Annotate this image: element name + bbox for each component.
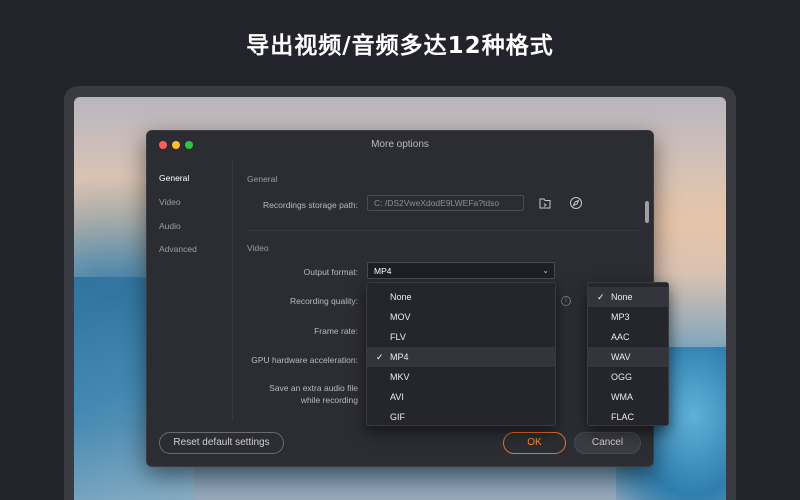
sidebar-item-general[interactable]: General [159, 173, 189, 183]
frame-rate-label: Frame rate: [314, 326, 358, 336]
chevron-down-icon: ⌄ [542, 266, 549, 275]
format-option-mkv[interactable]: MKV [367, 367, 555, 387]
info-icon[interactable]: i [561, 296, 571, 306]
compass-icon[interactable] [569, 196, 583, 210]
reset-default-button[interactable]: Reset default settings [159, 432, 284, 454]
extra-audio-label-line1: Save an extra audio file [269, 383, 358, 393]
storage-path-field[interactable]: C: /DS2VweXdodE9LWEFa?tdso [367, 195, 524, 211]
sidebar-item-advanced[interactable]: Advanced [159, 244, 197, 254]
folder-open-icon[interactable] [538, 196, 552, 210]
storage-path-label: Recordings storage path: [263, 200, 358, 210]
settings-scrollbar[interactable] [645, 201, 649, 223]
format-option-gif[interactable]: GIF [367, 407, 555, 427]
audio-option-ogg[interactable]: OGG [588, 367, 668, 387]
section-general-heading: General [247, 174, 278, 184]
format-option-mov[interactable]: MOV [367, 307, 555, 327]
audio-option-wav[interactable]: WAV [588, 347, 668, 367]
audio-option-aac[interactable]: AAC [588, 327, 668, 347]
audio-option-mp3[interactable]: MP3 [588, 307, 668, 327]
format-option-mp4[interactable]: ✓ MP4 [367, 347, 555, 367]
section-video-heading: Video [247, 243, 269, 253]
promo-headline: 导出视频/音频多达12种格式 [246, 33, 554, 59]
output-format-label: Output format: [303, 267, 358, 277]
cancel-button[interactable]: Cancel [574, 432, 641, 454]
output-format-value: MP4 [374, 266, 392, 276]
audio-option-none[interactable]: ✓ None [588, 287, 668, 307]
extra-audio-label-line2: while recording [300, 395, 358, 405]
recording-quality-label: Recording quality: [289, 296, 358, 306]
sidebar-item-video[interactable]: Video [159, 197, 181, 207]
audio-option-wma[interactable]: WMA [588, 387, 668, 407]
audio-format-dropdown-menu: ✓ None MP3 AAC WAV OGG WMA FLAC [587, 282, 669, 426]
section-divider [247, 230, 639, 231]
checkmark-icon: ✓ [597, 292, 605, 302]
settings-sidebar: General Video Audio Advanced [147, 159, 233, 421]
dialog-title: More options [371, 139, 429, 150]
output-format-select[interactable]: MP4 ⌄ [367, 262, 555, 279]
format-option-flv[interactable]: FLV [367, 327, 555, 347]
gpu-acceleration-label: GPU hardware acceleration: [251, 355, 358, 365]
ok-button[interactable]: OK [503, 432, 566, 454]
sidebar-item-audio[interactable]: Audio [159, 221, 181, 231]
format-dropdown-menu: None MOV FLV ✓ MP4 MKV AVI GIF [366, 282, 556, 426]
audio-option-flac[interactable]: FLAC [588, 407, 668, 427]
checkmark-icon: ✓ [376, 352, 384, 362]
format-option-none[interactable]: None [367, 287, 555, 307]
format-option-avi[interactable]: AVI [367, 387, 555, 407]
dialog-titlebar: More options [147, 131, 653, 159]
